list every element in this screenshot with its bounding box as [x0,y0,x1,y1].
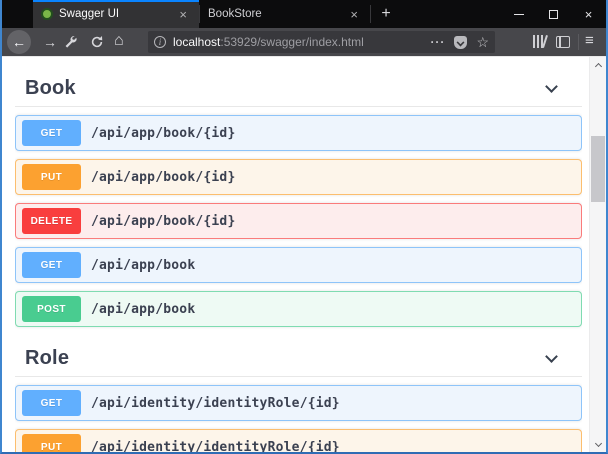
method-badge: GET [22,252,81,278]
toolbar-separator [578,34,579,50]
tab-close-icon[interactable]: × [346,6,362,23]
method-badge: PUT [22,434,81,452]
tab-title: Swagger UI [59,8,119,20]
endpoint-row-delete-book-id[interactable]: DELETE /api/app/book/{id} [15,203,582,239]
section-header-role[interactable]: Role [15,345,582,371]
scroll-up-button[interactable] [590,57,606,72]
swagger-page: Book GET /api/app/book/{id} PUT /api/app… [15,57,582,452]
reload-icon [90,35,104,49]
page-content: Book GET /api/app/book/{id} PUT /api/app… [2,56,606,452]
swagger-favicon-icon [41,8,53,20]
endpoint-row-get-book-list[interactable]: GET /api/app/book [15,247,582,283]
url-bar[interactable]: i localhost:53929/swagger/index.html ···… [148,31,495,53]
library-button[interactable] [532,35,548,49]
menu-button[interactable]: ≡ [585,32,594,49]
browser-window: Swagger UI × BookStore × + × ← [0,0,608,454]
method-badge: PUT [22,164,81,190]
tab-close-icon[interactable]: × [175,6,191,23]
minimize-button[interactable] [501,0,536,28]
forward-icon: → [43,34,57,50]
section-header-book[interactable]: Book [15,75,582,101]
home-button[interactable]: ⌂ [114,32,124,50]
section-divider [15,106,582,107]
section-title: Role [25,347,69,370]
url-text: localhost:53929/swagger/index.html [173,35,364,49]
navigation-toolbar: ← → ⌂ i localhost:53929/swagger/index.ht… [2,28,606,56]
method-badge: GET [22,120,81,146]
hamburger-icon: ≡ [585,32,594,49]
pocket-icon[interactable] [454,36,467,49]
window-controls: × [501,0,606,28]
close-button[interactable]: × [571,0,606,28]
bookmark-star-icon[interactable]: ☆ [476,35,489,49]
endpoint-path: /api/identity/identityRole/{id} [91,396,340,411]
library-icon [533,35,535,48]
endpoint-path: /api/identity/identityRole/{id} [91,440,340,453]
vertical-scrollbar[interactable] [589,57,606,452]
method-badge: POST [22,296,81,322]
method-badge: GET [22,390,81,416]
tab-strip: Swagger UI × BookStore × + [33,0,401,28]
section-divider [15,376,582,377]
tab-title: BookStore [208,8,262,20]
method-badge: DELETE [22,208,81,234]
new-tab-button[interactable]: + [371,0,401,28]
endpoint-path: /api/app/book/{id} [91,126,235,141]
wrench-icon [64,35,78,49]
maximize-button[interactable] [536,0,571,28]
section-title: Book [25,77,76,100]
reload-button[interactable] [90,35,104,54]
sidebar-button[interactable] [556,36,570,48]
endpoint-row-get-role-id[interactable]: GET /api/identity/identityRole/{id} [15,385,582,421]
url-path: :53929/swagger/index.html [220,35,363,49]
back-icon: ← [12,34,26,50]
endpoint-path: /api/app/book [91,258,195,273]
chevron-down-icon [545,80,558,93]
url-host: localhost [173,35,220,49]
maximize-icon [549,10,558,19]
minimize-icon [514,14,524,15]
back-button[interactable]: ← [7,30,31,54]
scroll-down-button[interactable] [590,437,606,452]
page-actions-icon[interactable]: ··· [430,35,445,49]
endpoint-row-post-book[interactable]: POST /api/app/book [15,291,582,327]
home-icon: ⌂ [114,32,124,49]
urlbar-actions: ··· ☆ [430,35,489,49]
endpoint-row-put-book-id[interactable]: PUT /api/app/book/{id} [15,159,582,195]
tab-swagger-ui[interactable]: Swagger UI × [33,0,199,28]
chevron-down-icon [594,439,601,446]
title-bar: Swagger UI × BookStore × + × [2,0,606,28]
devtools-button[interactable] [64,35,78,54]
scrollbar-thumb[interactable] [591,136,605,202]
tab-bookstore[interactable]: BookStore × [200,0,370,28]
endpoint-path: /api/app/book [91,302,195,317]
endpoint-row-get-book-id[interactable]: GET /api/app/book/{id} [15,115,582,151]
chevron-down-icon [545,350,558,363]
endpoint-row-put-role-id[interactable]: PUT /api/identity/identityRole/{id} [15,429,582,452]
chevron-up-icon [594,62,601,69]
forward-button[interactable]: → [38,34,62,50]
endpoint-path: /api/app/book/{id} [91,170,235,185]
close-icon: × [585,7,593,22]
endpoint-path: /api/app/book/{id} [91,214,235,229]
site-info-icon[interactable]: i [154,36,166,48]
